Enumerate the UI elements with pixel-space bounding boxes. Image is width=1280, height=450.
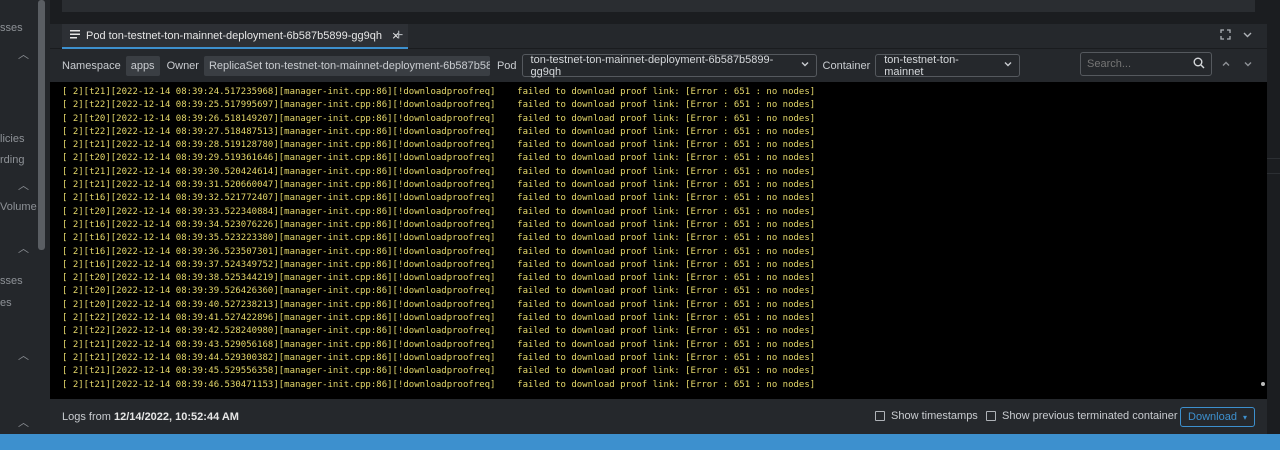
log-scroll-indicator[interactable] [1261, 382, 1265, 386]
log-line: [ 2][t21][2022-12-14 08:39:28.519128780]… [62, 140, 816, 151]
pod-select-value: ton-testnet-ton-mainnet-deployment-6b587… [530, 53, 774, 78]
chevron-up-icon[interactable]: ︿ [18, 347, 29, 363]
owner-badge: ReplicaSet ton-testnet-ton-mainnet-deplo… [203, 55, 490, 76]
dock-panel: Pod ton-testnet-ton-mainnet-deployment-6… [50, 24, 1267, 434]
log-search[interactable] [1080, 52, 1212, 76]
container-select[interactable]: ton-testnet-ton-mainnet [875, 53, 1021, 78]
logs-from-value: 12/14/2022, 10:52:44 AM [113, 410, 239, 423]
log-line: [ 2][t20][2022-12-14 08:39:38.525344219]… [62, 273, 816, 284]
log-line: [ 2][t20][2022-12-14 08:39:40.527238213]… [62, 299, 816, 310]
pod-label: Pod [496, 59, 517, 72]
pod-select[interactable]: ton-testnet-ton-mainnet-deployment-6b587… [521, 53, 817, 78]
chevron-up-icon[interactable]: ︿ [18, 240, 29, 256]
log-line: [ 2][t16][2022-12-14 08:39:34.523076226]… [62, 219, 816, 230]
dock-tab-bar: Pod ton-testnet-ton-mainnet-deployment-6… [50, 24, 1267, 49]
log-output[interactable]: [ 2][t21][2022-12-14 08:39:24.517235968]… [50, 82, 1267, 399]
log-line: [ 2][t21][2022-12-14 08:39:24.517235968]… [62, 87, 816, 97]
log-line: [ 2][t21][2022-12-14 08:39:44.529300382]… [62, 352, 816, 363]
log-line: [ 2][t20][2022-12-14 08:39:29.519361646]… [62, 153, 816, 164]
list-icon [70, 29, 80, 42]
show-timestamps-checkbox[interactable]: Show timestamps [875, 410, 978, 422]
sidebar-item-label[interactable]: es [0, 297, 12, 309]
caret-down-icon: ▾ [1242, 412, 1247, 422]
log-line: [ 2][t20][2022-12-14 08:39:39.526426360]… [62, 286, 816, 297]
log-line: [ 2][t22][2022-12-14 08:39:42.528240980]… [62, 326, 816, 337]
content-panel [62, 0, 1255, 12]
tab-label: Pod ton-testnet-ton-mainnet-deployment-6… [86, 29, 382, 42]
add-tab-button[interactable]: + [394, 27, 403, 45]
log-line: [ 2][t21][2022-12-14 08:39:46.530471153]… [62, 379, 816, 390]
log-line: [ 2][t21][2022-12-14 08:39:30.520424614]… [62, 166, 816, 177]
log-line: [ 2][t22][2022-12-14 08:39:25.517995697]… [62, 100, 816, 111]
download-button[interactable]: Download ▾ [1180, 407, 1255, 427]
container-label: Container [822, 59, 871, 72]
log-line: [ 2][t22][2022-12-14 08:39:41.527422896]… [62, 313, 816, 324]
log-line: [ 2][t16][2022-12-14 08:39:32.521772407]… [62, 193, 816, 204]
log-controls: Namespace apps Owner ReplicaSet ton-test… [50, 50, 1267, 81]
search-input[interactable] [1087, 58, 1187, 70]
log-line: [ 2][t20][2022-12-14 08:39:26.518149207]… [62, 113, 816, 124]
checkbox-icon[interactable] [875, 411, 885, 421]
chevron-down-icon [800, 59, 810, 72]
sidebar-item-label[interactable]: Volume [0, 201, 37, 213]
chevron-down-icon [1003, 59, 1013, 72]
right-edge-panel [1267, 0, 1280, 434]
divider [1267, 158, 1280, 174]
log-line: [ 2][t21][2022-12-14 08:39:45.529556358]… [62, 366, 816, 377]
chevron-up-icon[interactable]: ︿ [18, 46, 29, 62]
owner-label: Owner [166, 59, 199, 72]
main-content-area [50, 0, 1267, 24]
sidebar-item-label[interactable]: licies [0, 133, 24, 145]
checkbox-icon[interactable] [986, 411, 996, 421]
sidebar-item-label[interactable]: rding [0, 154, 24, 166]
show-timestamps-label: Show timestamps [891, 410, 978, 422]
show-previous-label: Show previous terminated container [1002, 410, 1178, 422]
log-line: [ 2][t16][2022-12-14 08:39:36.523507301]… [62, 246, 816, 257]
fullscreen-icon[interactable] [1220, 29, 1231, 43]
sidebar-scrollbar[interactable] [38, 0, 45, 250]
search-icon [1193, 57, 1205, 72]
log-line: [ 2][t21][2022-12-14 08:39:31.520660047]… [62, 180, 816, 191]
log-line: [ 2][t16][2022-12-14 08:39:37.524349752]… [62, 259, 816, 270]
show-previous-checkbox[interactable]: Show previous terminated container [986, 410, 1177, 422]
chevron-up-icon[interactable]: ︿ [18, 177, 29, 193]
sidebar-item-label[interactable]: sses [0, 275, 23, 287]
sidebar-item-label[interactable]: sses [0, 22, 23, 34]
next-match-icon[interactable] [1243, 59, 1253, 72]
container-select-value: ton-testnet-ton-mainnet [884, 53, 959, 78]
namespace-badge: apps [125, 55, 160, 76]
sidebar: sses ︿ licies rding ︿ Volume ︿ sses es ︿… [0, 0, 50, 434]
previous-match-icon[interactable] [1221, 59, 1231, 72]
log-line: [ 2][t22][2022-12-14 08:39:27.518487513]… [62, 126, 816, 137]
logs-from-label: Logs from [62, 410, 111, 423]
log-footer: Logs from 12/14/2022, 10:52:44 AM Show t… [50, 399, 1267, 434]
app-window: sses ︿ licies rding ︿ Volume ︿ sses es ︿… [0, 0, 1280, 450]
log-line: [ 2][t20][2022-12-14 08:39:33.522340884]… [62, 206, 816, 217]
status-bar [0, 434, 1280, 450]
namespace-label: Namespace [62, 59, 121, 72]
chevron-up-icon[interactable]: ︿ [18, 414, 29, 430]
download-label: Download [1188, 411, 1237, 423]
tab-pod-logs[interactable]: Pod ton-testnet-ton-mainnet-deployment-6… [62, 24, 408, 49]
log-line: [ 2][t16][2022-12-14 08:39:35.523223380]… [62, 233, 816, 244]
log-line: [ 2][t21][2022-12-14 08:39:43.529056168]… [62, 339, 816, 350]
chevron-down-icon[interactable] [1242, 29, 1253, 43]
